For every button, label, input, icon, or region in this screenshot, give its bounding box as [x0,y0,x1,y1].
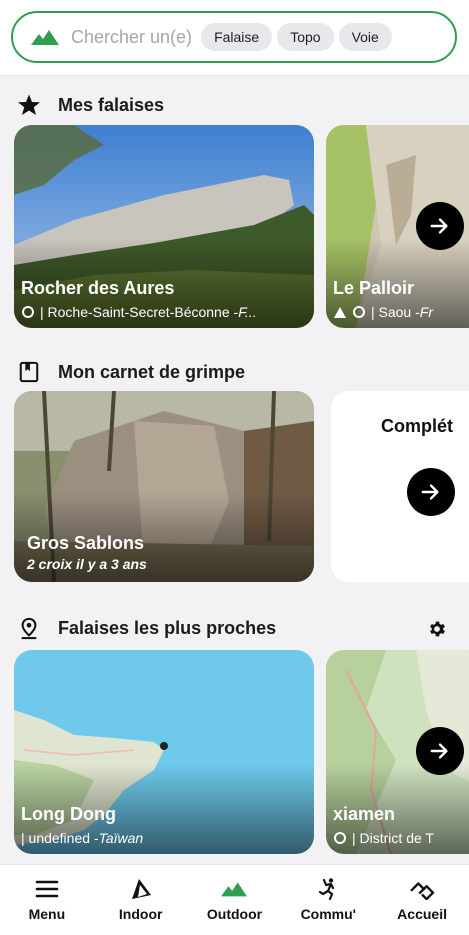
notebook-icon [16,359,42,385]
filter-chip-falaise[interactable]: Falaise [201,23,273,51]
logbook-card-gros-sablons[interactable]: Gros Sablons 2 croix il y a 3 ans [14,391,314,582]
nav-label: Indoor [118,906,163,922]
nav-label: Outdoor [206,906,263,922]
community-icon [315,877,341,901]
section-title: Mes falaises [58,94,165,115]
rope-icon [353,306,365,318]
menu-icon [34,877,60,901]
crag-name: Long Dong [21,804,116,824]
crag-location: | District de T [333,830,434,846]
top-bar: Chercher un(e) Falaise Topo Voie [0,0,469,76]
crag-name: Le Palloir [333,278,415,298]
indoor-icon [128,877,154,901]
search-placeholder[interactable]: Chercher un(e) [71,27,192,48]
crag-location: | Saou - Fr [333,304,433,320]
logbook-crag-name: Gros Sablons [27,533,145,553]
nav-menu[interactable]: Menu [0,865,94,935]
section-title: Mon carnet de grimpe [58,361,246,382]
arrow-right-icon [430,743,448,759]
location-pin-icon [16,615,42,641]
nav-outdoor[interactable]: Outdoor [188,865,282,935]
section-title: Falaises les plus proches [58,617,277,638]
bottom-navigation: Menu Indoor Outdoor Commu' Accueil [0,864,469,935]
nearby-card-long-dong[interactable]: Long Dong | undefined - Taïwan [14,650,314,854]
scroll-right-button[interactable] [416,202,464,250]
boulder-icon [334,307,346,318]
nav-indoor[interactable]: Indoor [94,865,188,935]
crag-location: | Roche-Saint-Secret-Béconne - F... [21,304,257,320]
filter-chip-voie[interactable]: Voie [338,23,392,51]
filter-chip-topo[interactable]: Topo [277,23,334,51]
star-icon [16,92,42,118]
section-header-nearby: Falaises les plus proches [16,615,276,641]
home-icon [409,877,435,901]
complete-logbook-button[interactable] [407,468,455,516]
search-bar[interactable]: Chercher un(e) Falaise Topo Voie [11,11,457,63]
nav-home[interactable]: Accueil [375,865,469,935]
complete-label: Complét [381,416,453,436]
arrow-right-icon [430,218,448,234]
crag-location: | undefined - Taïwan [21,830,144,846]
nav-community[interactable]: Commu' [281,865,375,935]
rope-icon [22,306,34,318]
section-header-favorites: Mes falaises [16,92,164,118]
nav-label: Accueil [397,906,447,922]
crag-card-rocher-des-aures[interactable]: Rocher des Aures | Roche-Saint-Secret-Bé… [14,125,314,328]
crag-name: xiamen [333,804,396,824]
settings-gear-icon[interactable] [427,619,447,639]
rope-icon [334,832,346,844]
mountain-icon [221,877,248,901]
scroll-right-button[interactable] [416,727,464,775]
logbook-detail: 2 croix il y a 3 ans [27,556,147,572]
section-header-logbook: Mon carnet de grimpe [16,359,245,385]
mountain-icon [31,30,59,45]
nav-label: Menu [28,906,66,922]
crag-name: Rocher des Aures [21,278,175,298]
arrow-right-icon [421,484,439,500]
nav-label: Commu' [300,906,357,922]
